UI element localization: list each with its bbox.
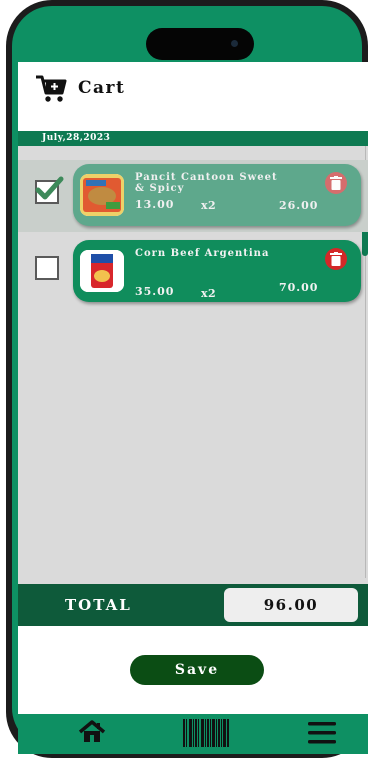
pancit-canton-pack-image [80,174,124,216]
page-title: Cart [78,78,126,98]
home-icon[interactable] [78,720,106,744]
delete-item-button[interactable] [325,248,347,270]
cart-item-card[interactable]: Corn Beef Argentina 35.00 x2 70.00 [73,240,361,302]
cart-date: July,28,2023 [42,133,111,143]
cart-item-row[interactable]: Corn Beef Argentina 35.00 x2 70.00 [18,236,368,308]
save-button[interactable]: Save [130,655,264,685]
cart-item-card[interactable]: Pancit Cantoon Sweet & Spicy 13.00 x2 26… [73,164,361,226]
cart-item-row[interactable]: Pancit Cantoon Sweet & Spicy 13.00 x2 26… [18,160,368,232]
barcode-icon[interactable] [183,719,229,747]
item-quantity: x2 [201,287,217,300]
trash-icon [330,252,342,266]
item-price: 13.00 [135,198,175,211]
cart-list[interactable]: Pancit Cantoon Sweet & Spicy 13.00 x2 26… [18,146,368,584]
footer-area: Save [18,626,368,714]
item-name: Pancit Cantoon Sweet & Spicy [135,172,278,194]
item-subtotal: 70.00 [279,281,319,294]
item-price: 35.00 [135,285,175,298]
checkmark-icon [35,176,64,200]
header: Cart [18,62,368,128]
menu-icon[interactable] [308,722,336,744]
item-name: Corn Beef Argentina [135,248,270,259]
dynamic-island [146,28,254,60]
item-checkbox-unchecked[interactable] [35,256,59,280]
corned-beef-can-image [80,250,124,292]
item-quantity: x2 [201,199,217,212]
delete-item-button[interactable] [325,172,347,194]
total-bar: TOTAL 96.00 [18,584,368,626]
camera-dot [231,40,238,47]
total-value: 96.00 [224,588,358,622]
total-label: TOTAL [65,596,132,614]
cart-icon[interactable] [35,74,67,104]
item-subtotal: 26.00 [279,199,319,212]
trash-icon [330,176,342,190]
bottom-nav [18,714,368,754]
item-checkbox-checked[interactable] [35,176,64,204]
